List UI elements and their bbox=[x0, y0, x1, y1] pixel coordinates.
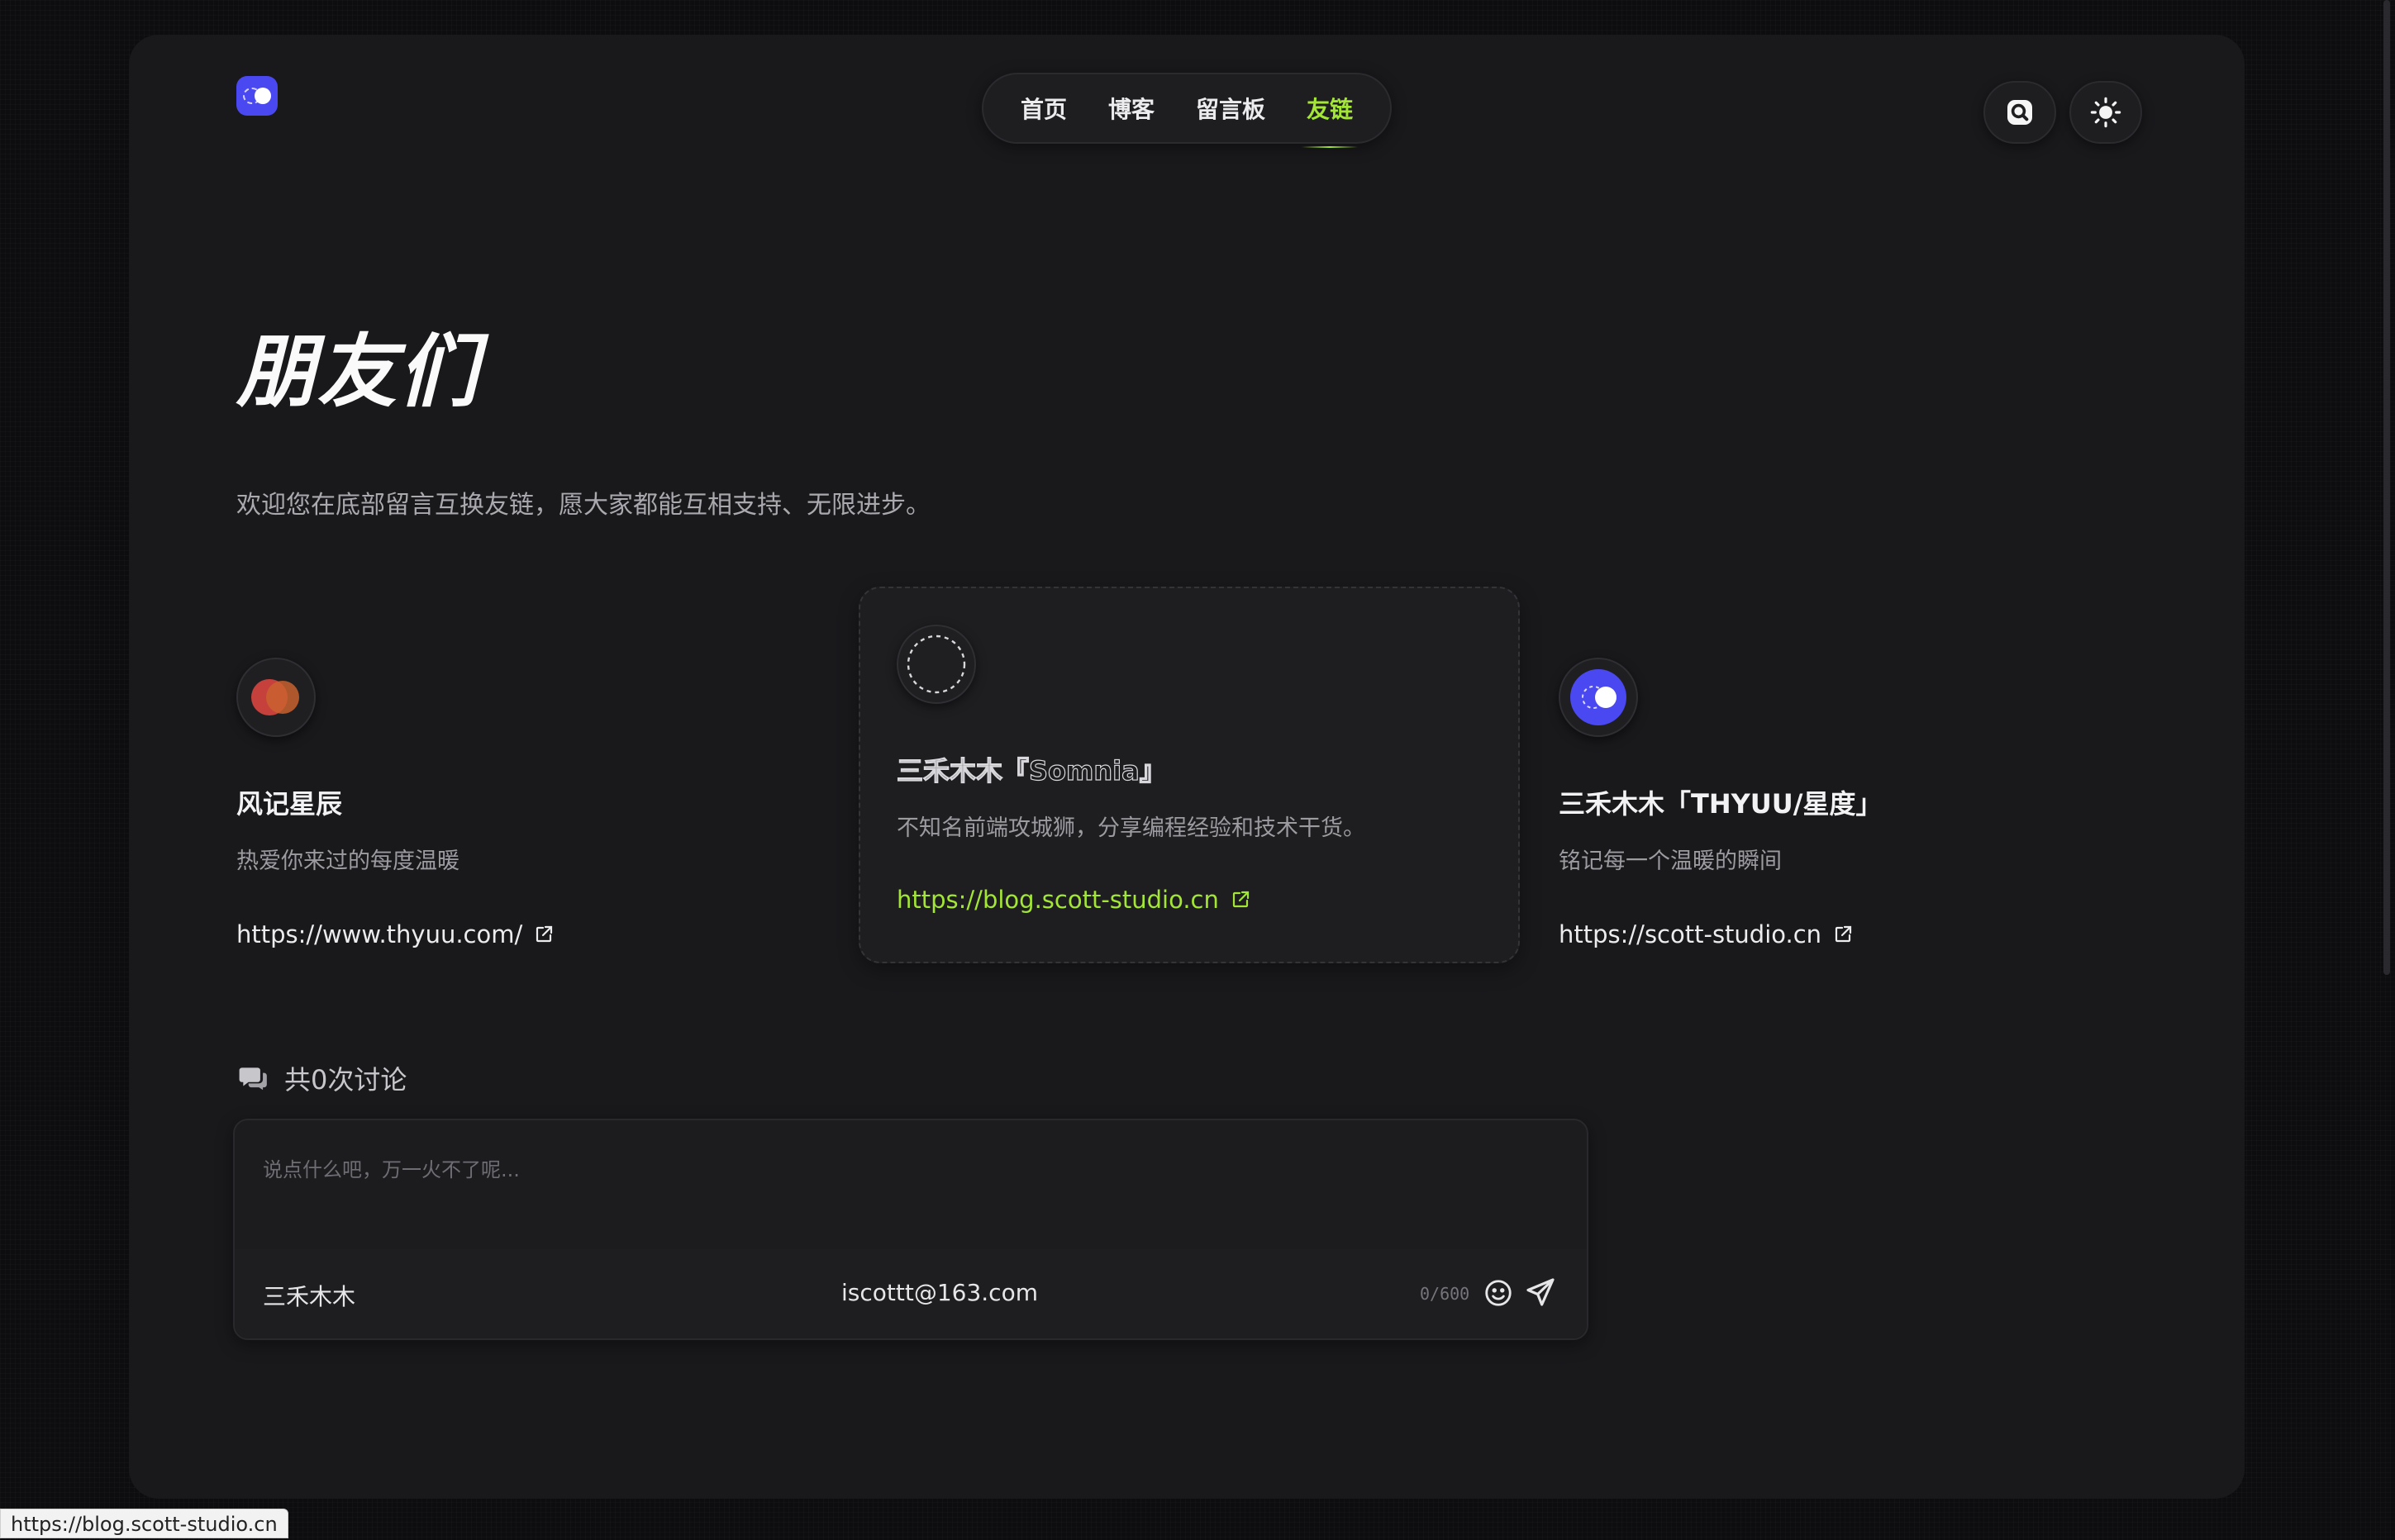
chat-bubbles-icon bbox=[239, 1067, 267, 1091]
friend-url[interactable]: https://www.thyuu.com/ bbox=[236, 920, 522, 948]
top-nav: 首页 博客 留言板 友链 bbox=[982, 73, 1392, 148]
friend-url[interactable]: https://blog.scott-studio.cn bbox=[897, 886, 1219, 914]
friend-name: 三禾木木『Somnia』 bbox=[896, 754, 1166, 787]
friend-desc: 热爱你来过的每度温暖 bbox=[236, 848, 459, 874]
dashed-ring-icon bbox=[907, 635, 966, 694]
scrollbar-thumb[interactable] bbox=[2383, 0, 2390, 975]
page-description: 欢迎您在底部留言互换友链，愿大家都能互相支持、无限进步。 bbox=[236, 491, 931, 520]
search-icon bbox=[2007, 100, 2032, 125]
email-field[interactable]: iscottt@163.com bbox=[841, 1279, 1038, 1306]
friend-avatar bbox=[236, 658, 316, 737]
comments-count: 共0次讨论 bbox=[284, 1064, 407, 1096]
friend-card[interactable]: 三禾木木「THYUU/星度」 铭记每一个温暖的瞬间 https://scott-… bbox=[1559, 587, 2220, 963]
friend-desc: 不知名前端攻城狮，分享编程经验和技术干货。 bbox=[897, 815, 1365, 841]
theme-toggle-button[interactable] bbox=[2069, 81, 2142, 144]
comment-textarea[interactable]: 说点什么吧，万一火不了呢... bbox=[263, 1153, 520, 1182]
link-status-bar: https://blog.scott-studio.cn bbox=[0, 1509, 288, 1538]
friend-card[interactable]: 风记星辰 热爱你来过的每度温暖 https://www.thyuu.com/ bbox=[236, 587, 898, 963]
nickname-field[interactable]: 三禾木木 bbox=[263, 1279, 355, 1312]
friend-avatar bbox=[1559, 658, 1638, 737]
nav-item-friends[interactable]: 友链 bbox=[1302, 92, 1359, 148]
sun-icon bbox=[2090, 97, 2121, 128]
comment-meta-bar: 三禾木木 iscottt@163.com 0/600 bbox=[235, 1249, 1587, 1338]
friend-link[interactable]: https://scott-studio.cn bbox=[1559, 920, 1853, 948]
comment-editor: 说点什么吧，万一火不了呢... 三禾木木 iscottt@163.com 0/6… bbox=[233, 1119, 1588, 1340]
friend-link[interactable]: https://www.thyuu.com/ bbox=[236, 920, 554, 948]
search-button[interactable] bbox=[1983, 81, 2056, 144]
friend-name: 三禾木木「THYUU/星度」 bbox=[1559, 788, 1883, 820]
logo-dot bbox=[255, 88, 271, 104]
comments-header: 共0次讨论 bbox=[238, 1059, 407, 1097]
friend-logo bbox=[1570, 669, 1626, 725]
external-link-icon bbox=[1232, 891, 1249, 908]
friend-avatar bbox=[897, 625, 976, 704]
nav-item-blog[interactable]: 博客 bbox=[1108, 92, 1155, 125]
send-icon[interactable] bbox=[1524, 1276, 1557, 1309]
site-logo[interactable] bbox=[236, 76, 278, 116]
page-title: 朋友们 bbox=[236, 326, 479, 418]
friend-link[interactable]: https://blog.scott-studio.cn bbox=[897, 886, 1250, 914]
nav-item-guestbook[interactable]: 留言板 bbox=[1196, 92, 1265, 125]
friend-card[interactable]: 三禾木木『Somnia』 不知名前端攻城狮，分享编程经验和技术干货。 https… bbox=[859, 587, 1520, 963]
friend-url[interactable]: https://scott-studio.cn bbox=[1559, 920, 1821, 948]
char-counter: 0/600 bbox=[1420, 1284, 1470, 1304]
external-link-icon bbox=[536, 925, 553, 943]
friend-logo bbox=[251, 679, 299, 715]
main-panel: 首页 博客 留言板 友链 朋友们 欢迎您在底部留言互换友链，愿大家都能互相支持、… bbox=[129, 35, 2245, 1499]
nav-item-home[interactable]: 首页 bbox=[1021, 92, 1067, 125]
friend-name: 风记星辰 bbox=[236, 788, 343, 820]
emoji-icon[interactable] bbox=[1483, 1277, 1514, 1309]
external-link-icon bbox=[1835, 925, 1852, 943]
friend-desc: 铭记每一个温暖的瞬间 bbox=[1559, 848, 1782, 874]
